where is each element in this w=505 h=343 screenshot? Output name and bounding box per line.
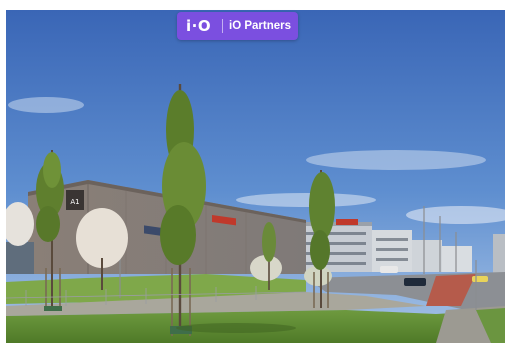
hero-photo: A1 bbox=[6, 10, 505, 343]
badge-divider bbox=[222, 19, 223, 33]
photo-scene: A1 bbox=[6, 10, 505, 343]
parked-car bbox=[472, 276, 488, 282]
tree-shadow bbox=[176, 323, 296, 333]
brand-badge[interactable]: i·O iO Partners bbox=[177, 12, 298, 40]
brand-logo-icon: i·O bbox=[186, 17, 212, 35]
page-frame: A1 i·O iO Partners bbox=[0, 0, 505, 343]
cloud bbox=[306, 150, 486, 170]
cloud bbox=[236, 193, 376, 207]
building-sign-small: A1 bbox=[70, 198, 79, 206]
cloud bbox=[8, 97, 84, 113]
brand-name: iO Partners bbox=[229, 20, 291, 32]
parked-car bbox=[404, 278, 426, 286]
parked-car bbox=[380, 266, 398, 273]
tree-guard bbox=[44, 306, 62, 311]
